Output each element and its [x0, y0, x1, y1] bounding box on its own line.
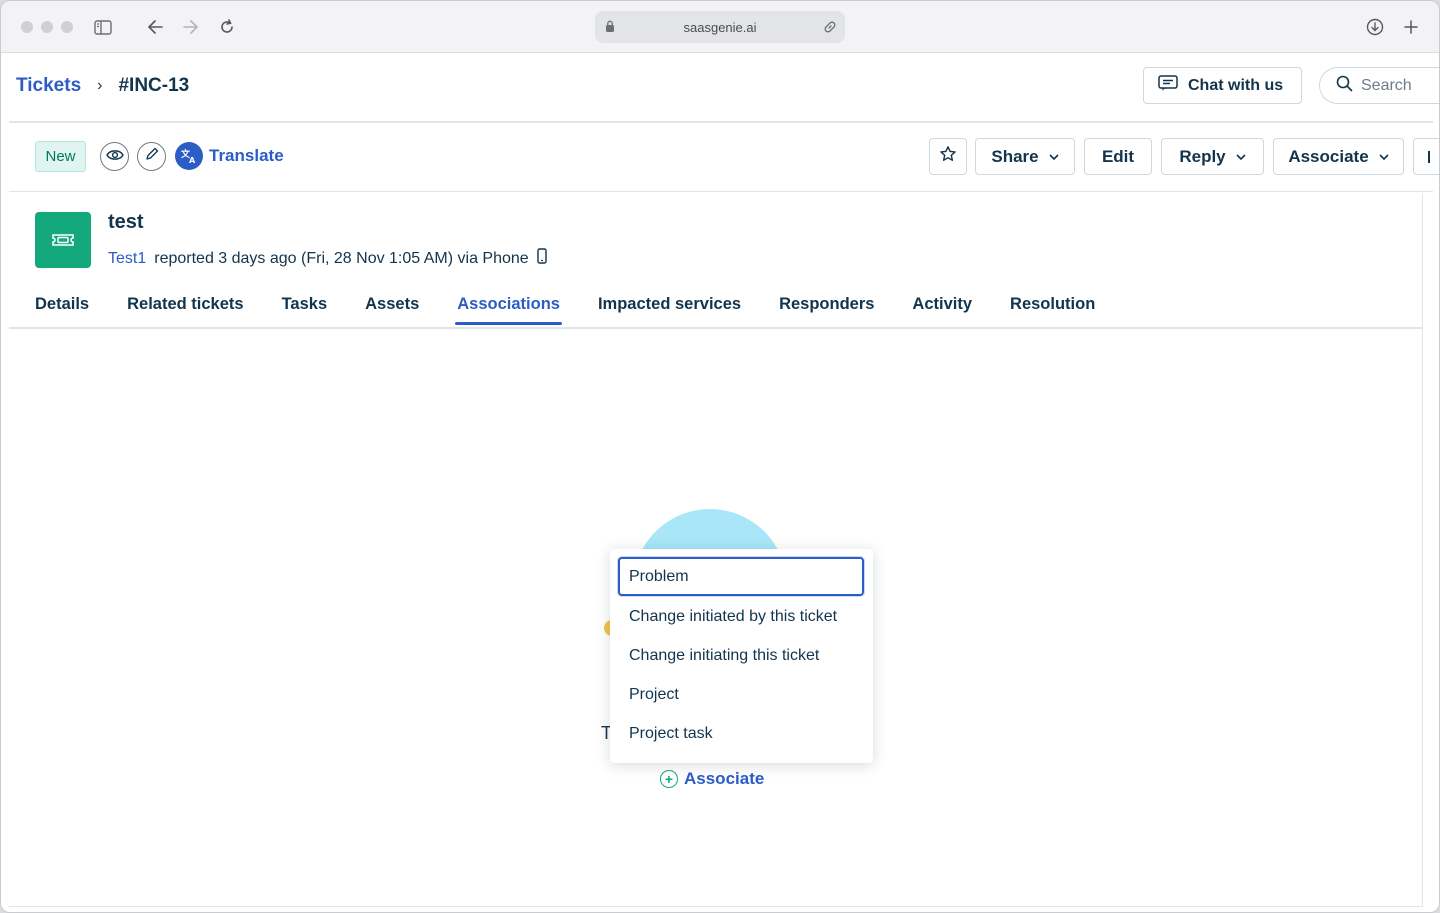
edit-label: Edit	[1101, 146, 1135, 166]
menu-item-change-initiating[interactable]: Change initiating this ticket	[618, 636, 864, 675]
tab-resolution[interactable]: Resolution	[1010, 295, 1095, 325]
chevron-down-icon	[1236, 151, 1246, 163]
tab-responders[interactable]: Responders	[779, 295, 874, 325]
associate-link[interactable]: + Associate	[660, 769, 764, 789]
share-label: Share	[991, 146, 1039, 166]
ticket-info: test Test1 reported 3 days ago (Fri, 28 …	[9, 193, 1423, 329]
chat-with-us-button[interactable]: Chat with us	[1143, 67, 1302, 104]
ticket-icon	[35, 212, 91, 268]
app-header: Tickets › #INC-13 Chat with us Search	[9, 53, 1439, 123]
close-window-button[interactable]	[21, 21, 33, 33]
plus-circle-icon: +	[660, 770, 678, 788]
pencil-icon	[145, 147, 159, 166]
search-placeholder: Search	[1361, 76, 1412, 94]
browser-chrome: saasgenie.ai	[1, 1, 1439, 53]
phone-icon	[536, 248, 547, 269]
search-input[interactable]: Search	[1319, 67, 1439, 104]
reply-button[interactable]: Reply	[1161, 138, 1264, 175]
requester-link[interactable]: Test1	[108, 250, 146, 268]
ticket-meta: Test1 reported 3 days ago (Fri, 28 Nov 1…	[108, 248, 547, 269]
edit-properties-button[interactable]	[137, 142, 166, 171]
favorite-button[interactable]	[929, 138, 967, 175]
watch-button[interactable]	[100, 142, 129, 171]
ticket-toolbar: New 文A Translate Share Edit Reply Associ…	[9, 125, 1439, 192]
minimize-window-button[interactable]	[41, 21, 53, 33]
window-controls[interactable]	[21, 21, 73, 33]
browser-window: saasgenie.ai Tickets › #INC-13 Chat with…	[0, 0, 1440, 913]
status-badge: New	[35, 141, 86, 172]
lock-icon	[605, 20, 615, 36]
ticket-subject: test	[108, 211, 144, 233]
translate-icon: 文A	[175, 142, 203, 170]
associate-link-label: Associate	[684, 769, 765, 788]
sidebar-toggle-icon[interactable]	[91, 15, 115, 39]
tab-related-tickets[interactable]: Related tickets	[127, 295, 243, 325]
eye-icon	[105, 148, 124, 166]
search-icon	[1336, 75, 1353, 97]
chevron-down-icon	[1049, 151, 1059, 163]
link-icon[interactable]	[823, 20, 837, 37]
menu-item-project-task[interactable]: Project task	[618, 714, 864, 753]
associate-button[interactable]: Associate	[1273, 138, 1404, 175]
menu-item-project[interactable]: Project	[618, 675, 864, 714]
tab-tasks[interactable]: Tasks	[282, 295, 328, 325]
associate-label: Associate	[1288, 146, 1369, 166]
ticket-tabs: Details Related tickets Tasks Assets Ass…	[35, 295, 1133, 325]
download-icon[interactable]	[1363, 15, 1387, 39]
chevron-down-icon	[1379, 151, 1389, 163]
breadcrumb-separator-icon: ›	[97, 77, 103, 94]
overflow-button-edge-icon	[1428, 150, 1430, 163]
ticket-meta-text: reported 3 days ago (Fri, 28 Nov 1:05 AM…	[154, 249, 529, 267]
breadcrumb-tickets-link[interactable]: Tickets	[16, 75, 81, 97]
forward-arrow-icon[interactable]	[179, 15, 203, 39]
translate-button[interactable]: 文A Translate	[175, 142, 284, 170]
menu-item-change-initiated[interactable]: Change initiated by this ticket	[618, 597, 864, 636]
maximize-window-button[interactable]	[61, 21, 73, 33]
tab-impacted-services[interactable]: Impacted services	[598, 295, 741, 325]
tab-details[interactable]: Details	[35, 295, 89, 325]
new-tab-icon[interactable]	[1399, 15, 1423, 39]
tab-associations[interactable]: Associations	[455, 295, 562, 325]
url-text: saasgenie.ai	[683, 19, 757, 35]
reply-label: Reply	[1179, 146, 1226, 166]
translate-label: Translate	[209, 146, 284, 165]
chat-icon	[1158, 75, 1178, 96]
svg-text:A: A	[189, 156, 196, 165]
reload-icon[interactable]	[215, 15, 239, 39]
tab-assets[interactable]: Assets	[365, 295, 419, 325]
menu-item-problem[interactable]: Problem	[618, 557, 864, 596]
chat-label: Chat with us	[1188, 76, 1284, 94]
tab-activity[interactable]: Activity	[912, 295, 972, 325]
address-bar[interactable]: saasgenie.ai	[595, 11, 845, 43]
associate-dropdown-menu: Problem Change initiated by this ticket …	[610, 549, 873, 763]
star-icon	[939, 145, 957, 168]
share-button[interactable]: Share	[975, 138, 1075, 175]
back-arrow-icon[interactable]	[143, 15, 167, 39]
page-title: #INC-13	[118, 75, 190, 96]
breadcrumb: Tickets › #INC-13	[16, 75, 189, 97]
edit-button[interactable]: Edit	[1084, 138, 1152, 175]
more-actions-button[interactable]	[1413, 138, 1439, 175]
